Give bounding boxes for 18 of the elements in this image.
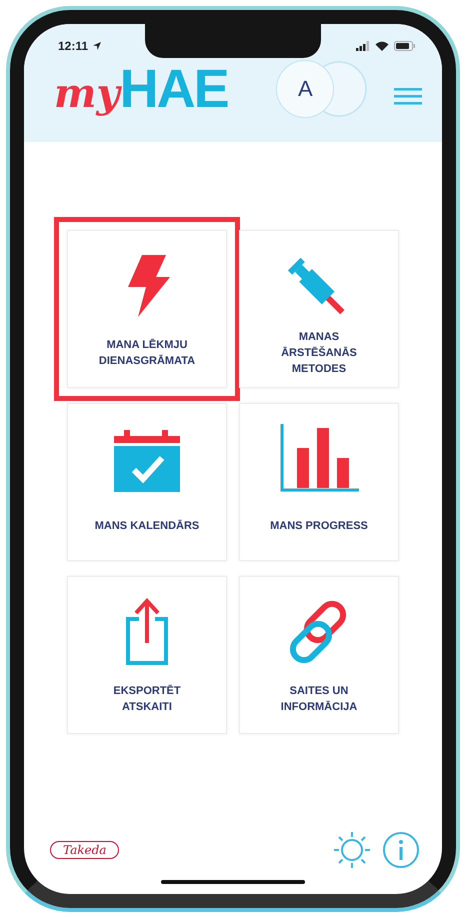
location-arrow-icon	[93, 42, 102, 50]
signal-icon	[356, 41, 370, 51]
battery-icon	[394, 41, 416, 51]
brand-logo: Takeda	[50, 841, 120, 859]
status-time: 12:11	[58, 39, 88, 53]
brightness-icon[interactable]	[332, 830, 372, 870]
profile-avatar-button[interactable]: A	[276, 60, 334, 118]
info-icon[interactable]	[382, 831, 420, 869]
menu-tile[interactable]: MANAS ĀRSTĒŠANĀS METODES	[239, 230, 399, 388]
menu-tile[interactable]: SAITES UN INFORMĀCIJA	[239, 576, 399, 734]
menu-tile[interactable]: EKSPORTĒT ATSKAITI	[67, 576, 227, 734]
wifi-icon	[375, 41, 389, 51]
menu-tile[interactable]: MANS KALENDĀRS	[67, 403, 227, 561]
menu-icon[interactable]	[394, 87, 422, 105]
logo-script: my	[54, 74, 120, 114]
menu-tile[interactable]: MANS PROGRESS	[239, 403, 399, 561]
bar-chart-icon	[279, 424, 359, 494]
menu-tile[interactable]: MANA LĒKMJU DIENASGRĀMATA	[67, 230, 227, 388]
